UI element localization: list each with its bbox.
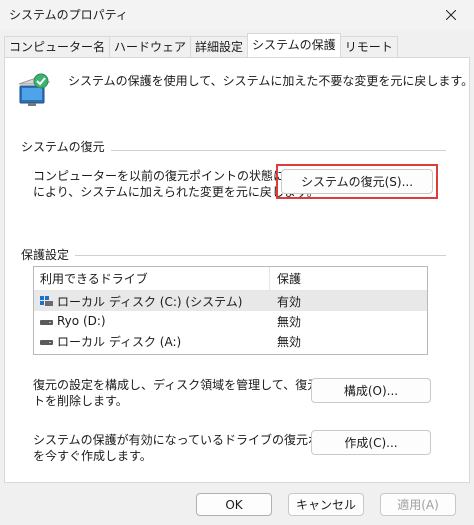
drive-icon: [40, 319, 53, 325]
table-row[interactable]: ローカル ディスク (A:) 無効: [34, 331, 427, 351]
drive-status: 無効: [277, 334, 302, 349]
configure-description-line1: 復元の設定を構成し、ディスク領域を管理して、復元ポイン: [33, 378, 356, 392]
list-header: 利用できるドライブ 保護: [34, 267, 427, 291]
title-bar: システムのプロパティ: [0, 0, 474, 30]
configure-button[interactable]: 構成(O)...: [311, 378, 431, 403]
configure-description: 復元の設定を構成し、ディスク領域を管理して、復元ポイン トを削除します。: [33, 377, 355, 409]
drive-icon: [40, 339, 53, 345]
tab-bar: コンピューター名 ハードウェア 詳細設定 システムの保護 リモート: [4, 33, 398, 57]
drive-list[interactable]: 利用できるドライブ 保護 ローカル ディスク (C:) (システム) 有効 Ry…: [33, 266, 428, 355]
restore-section-label: システムの復元: [21, 138, 111, 155]
tab-hardware[interactable]: ハードウェア: [109, 36, 192, 57]
drive-name: Ryo (D:): [57, 314, 106, 328]
drive-status: 無効: [277, 314, 302, 329]
protection-section-label: 保護設定: [21, 246, 76, 263]
system-protection-icon: [18, 73, 51, 106]
create-description-line2: を今すぐ作成します。: [33, 449, 152, 463]
column-header-status[interactable]: 保護: [270, 270, 301, 287]
table-row[interactable]: ローカル ディスク (C:) (システム) 有効: [34, 291, 427, 311]
close-icon: [446, 10, 456, 20]
create-description: システムの保護が有効になっているドライブの復元ポイント を今すぐ作成します。: [33, 432, 356, 464]
system-drive-icon: [40, 295, 53, 306]
column-header-drive[interactable]: 利用できるドライブ: [34, 267, 270, 290]
tab-system-protection[interactable]: システムの保護: [247, 33, 341, 57]
cancel-button[interactable]: キャンセル: [288, 493, 364, 516]
tab-remote[interactable]: リモート: [339, 36, 398, 57]
drive-status: 有効: [277, 294, 302, 309]
close-button[interactable]: [428, 0, 474, 30]
tab-computer-name[interactable]: コンピューター名: [4, 36, 111, 57]
ok-button[interactable]: OK: [196, 493, 272, 516]
drive-name: ローカル ディスク (C:) (システム): [57, 294, 243, 309]
window-title: システムのプロパティ: [9, 8, 128, 22]
drive-name: ローカル ディスク (A:): [57, 334, 182, 349]
configure-description-line2: トを削除します。: [33, 394, 128, 408]
create-description-line1: システムの保護が有効になっているドライブの復元ポイント: [33, 433, 357, 447]
intro-text: システムの保護を使用して、システムに加えた不要な変更を元に戻します。: [68, 74, 474, 88]
system-restore-button[interactable]: システムの復元(S)...: [281, 169, 433, 194]
tab-advanced[interactable]: 詳細設定: [190, 36, 249, 57]
section-divider: [22, 255, 446, 256]
apply-button[interactable]: 適用(A): [380, 493, 456, 516]
table-row[interactable]: Ryo (D:) 無効: [34, 311, 427, 331]
create-button[interactable]: 作成(C)...: [311, 430, 431, 455]
